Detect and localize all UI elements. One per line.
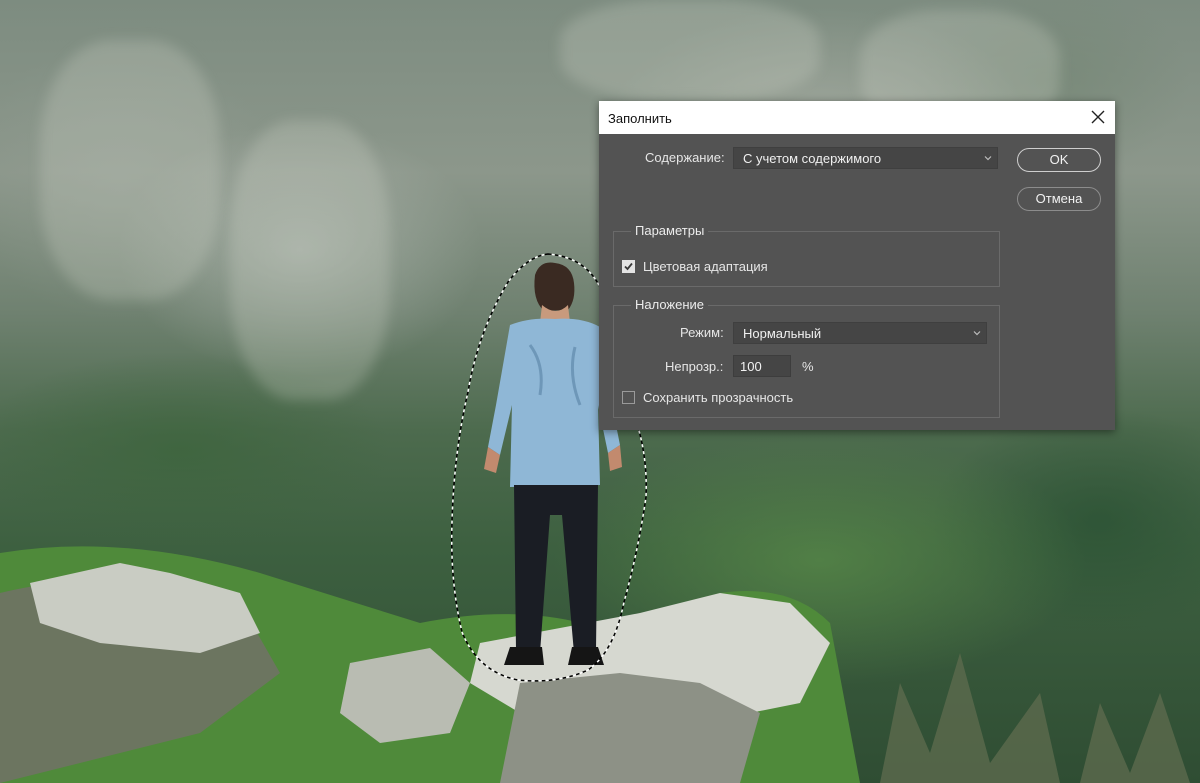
content-label: Содержание: (645, 150, 725, 165)
close-icon (1091, 110, 1105, 124)
mode-dropdown[interactable]: Нормальный (733, 322, 987, 344)
content-dropdown-value: С учетом содержимого (743, 151, 882, 166)
color-adaptation-checkbox[interactable] (622, 260, 635, 273)
opacity-label: Непрозр.: (665, 359, 724, 374)
color-adaptation-label: Цветовая адаптация (643, 259, 768, 274)
fill-dialog: Заполнить Содержание: С учетом содержимо… (599, 101, 1115, 430)
mode-dropdown-value: Нормальный (743, 326, 822, 341)
dialog-titlebar[interactable]: Заполнить (599, 101, 1115, 134)
cliff-rock (230, 120, 390, 400)
opacity-input[interactable]: 100 (733, 355, 791, 377)
cliff-rock (560, 0, 820, 100)
cancel-button[interactable]: Отмена (1017, 187, 1101, 211)
opacity-unit: % (802, 359, 814, 374)
preserve-transparency-checkbox[interactable] (622, 391, 635, 404)
cliff-rock (40, 40, 220, 300)
close-button[interactable] (1087, 106, 1109, 128)
options-group-title: Параметры (631, 223, 709, 238)
opacity-value: 100 (740, 359, 762, 374)
mode-label: Режим: (680, 325, 724, 340)
preserve-transparency-label: Сохранить прозрачность (643, 390, 794, 405)
checkmark-icon (624, 262, 633, 271)
content-dropdown[interactable]: С учетом содержимого (733, 147, 998, 169)
dialog-title: Заполнить (608, 111, 672, 126)
chevron-down-icon (973, 331, 981, 336)
chevron-down-icon (984, 156, 992, 161)
ok-button[interactable]: OK (1017, 148, 1101, 172)
blending-group-title: Наложение (631, 297, 709, 312)
